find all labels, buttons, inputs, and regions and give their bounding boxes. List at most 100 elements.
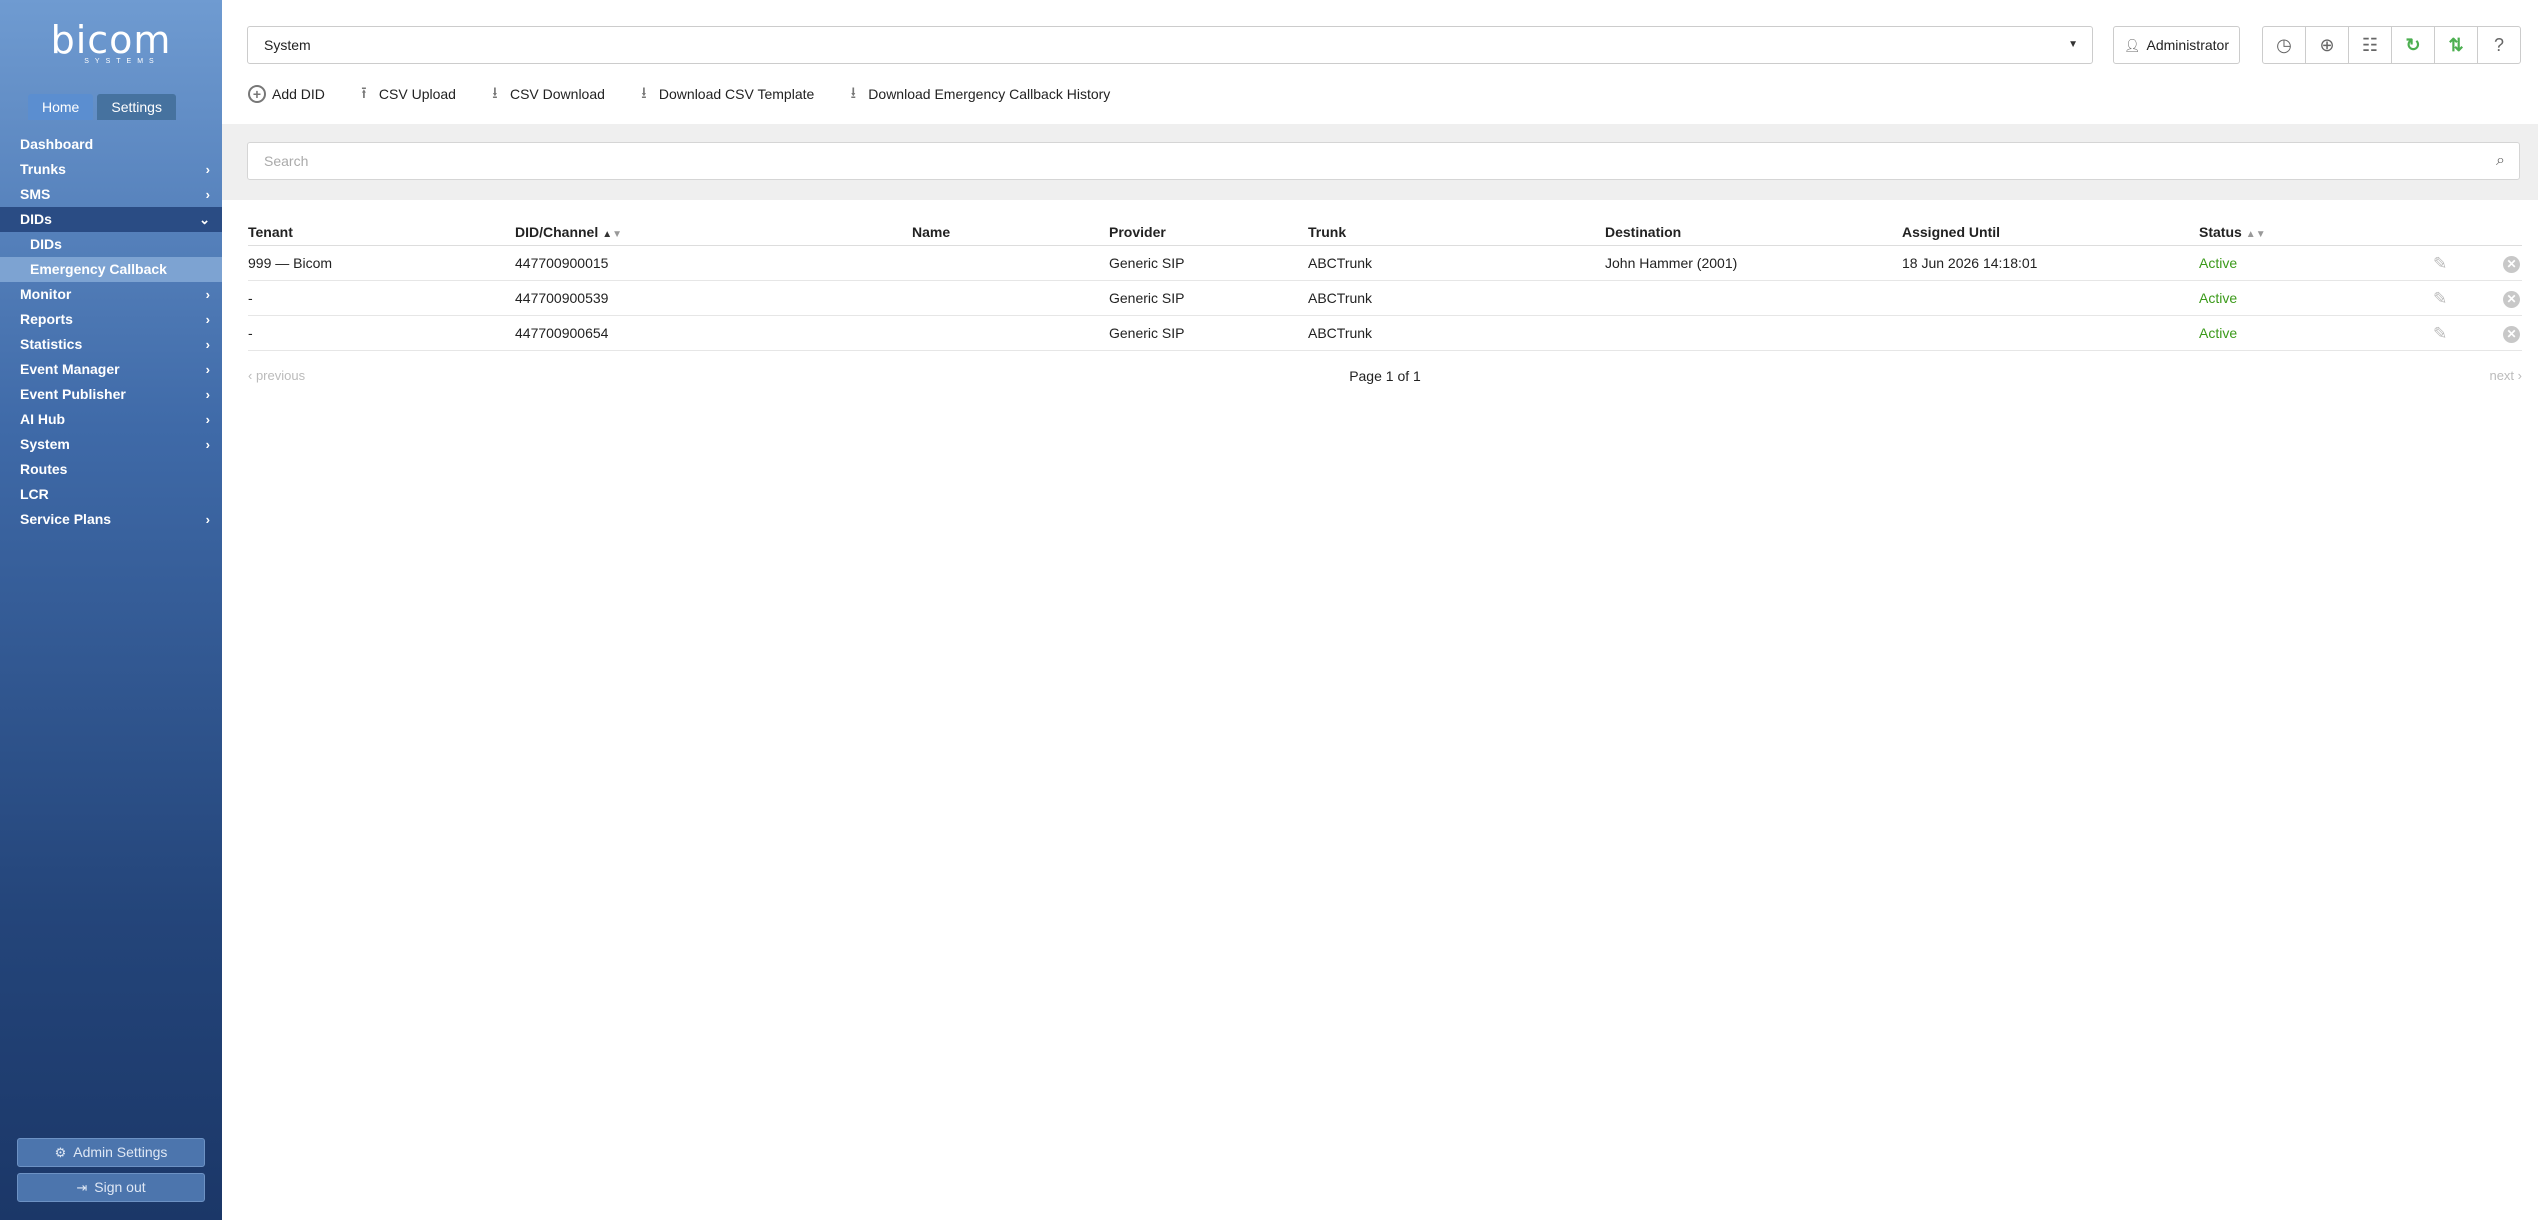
- csv-upload-button[interactable]: ⭱ CSV Upload: [355, 82, 456, 106]
- sidebar-subitem-emergency-callback[interactable]: Emergency Callback: [0, 257, 222, 282]
- chevron-right-icon: ›: [205, 312, 210, 327]
- page-indicator: Page 1 of 1: [1349, 368, 1421, 384]
- table-header: Tenant DID/Channel ▲▼ Name Provider Trunk…: [248, 218, 2522, 246]
- sidebar-item-sms[interactable]: SMS ›: [0, 182, 222, 207]
- chevron-right-icon: ›: [205, 512, 210, 527]
- column-header-status[interactable]: Status ▲▼: [2199, 218, 2266, 245]
- sidebar-item-label: Event Manager: [20, 361, 120, 377]
- cell-provider: Generic SIP: [1109, 325, 1185, 341]
- admin-settings-button[interactable]: ⚙ Admin Settings: [17, 1138, 205, 1167]
- delete-icon[interactable]: ✕: [2503, 281, 2520, 315]
- sidebar: bicom SYSTEMS Home Settings Dashboard Tr…: [0, 0, 222, 1220]
- chevron-right-icon: ›: [205, 437, 210, 452]
- chevron-right-icon: ›: [205, 412, 210, 427]
- csv-upload-label: CSV Upload: [378, 86, 456, 102]
- tab-settings[interactable]: Settings: [97, 94, 176, 120]
- tab-home[interactable]: Home: [28, 94, 94, 120]
- cell-tenant: -: [248, 325, 253, 341]
- download-icon: ⭳: [492, 85, 498, 102]
- table-row[interactable]: - 447700900539 Generic SIP ABCTrunk Acti…: [248, 281, 2522, 316]
- column-header-assigned-until: Assigned Until: [1902, 224, 2001, 240]
- sidebar-item-system[interactable]: System ›: [0, 432, 222, 457]
- sidebar-tabs: Home Settings: [28, 94, 176, 120]
- sidebar-item-statistics[interactable]: Statistics ›: [0, 332, 222, 357]
- sidebar-item-dashboard[interactable]: Dashboard: [0, 132, 222, 157]
- sidebar-item-reports[interactable]: Reports ›: [0, 307, 222, 332]
- next-label: next: [2489, 368, 2515, 383]
- cell-provider: Generic SIP: [1109, 290, 1185, 306]
- sidebar-item-service-plans[interactable]: Service Plans ›: [0, 507, 222, 532]
- sidebar-subitem-dids[interactable]: DIDs: [0, 232, 222, 257]
- admin-settings-label: Admin Settings: [73, 1144, 168, 1160]
- sidebar-item-dids[interactable]: DIDs ⌄: [0, 207, 222, 232]
- next-page-link[interactable]: next ›: [2489, 364, 2522, 388]
- add-did-button[interactable]: + Add DID: [248, 82, 325, 106]
- sidebar-item-lcr[interactable]: LCR: [0, 482, 222, 507]
- sidebar-item-label: AI Hub: [20, 411, 66, 427]
- sidebar-item-routes[interactable]: Routes: [0, 457, 222, 482]
- sidebar-item-label: Reports: [20, 311, 73, 327]
- chevron-right-icon: ›: [205, 362, 210, 377]
- table-row[interactable]: - 447700900654 Generic SIP ABCTrunk Acti…: [248, 316, 2522, 351]
- logo-text: bicom: [50, 18, 172, 62]
- cell-trunk: ABCTrunk: [1308, 325, 1373, 341]
- sidebar-item-trunks[interactable]: Trunks ›: [0, 157, 222, 182]
- sidebar-item-label: Service Plans: [20, 511, 112, 527]
- clock-icon[interactable]: ◷: [2262, 26, 2306, 64]
- tenant-select-value: System: [264, 37, 311, 53]
- sidebar-item-label: SMS: [20, 186, 51, 202]
- user-label: Administrator: [2146, 37, 2229, 53]
- sidebar-menu: Dashboard Trunks › SMS › DIDs ⌄ DIDs Emerge…: [0, 132, 222, 532]
- sort-asc-icon[interactable]: ▲▼: [602, 229, 622, 240]
- cell-trunk: ABCTrunk: [1308, 255, 1373, 271]
- sidebar-item-ai-hub[interactable]: AI Hub ›: [0, 407, 222, 432]
- download-csv-template-button[interactable]: ⭳ Download CSV Template: [635, 82, 814, 106]
- search-icon[interactable]: ⌕: [2496, 143, 2505, 179]
- edit-icon[interactable]: ✎: [2433, 281, 2447, 315]
- column-header-name: Name: [912, 224, 951, 240]
- column-header-did[interactable]: DID/Channel ▲▼: [515, 218, 622, 245]
- csv-download-button[interactable]: ⭳ CSV Download: [486, 82, 605, 106]
- sign-out-label: Sign out: [94, 1179, 146, 1195]
- download-emergency-callback-history-button[interactable]: ⭳ Download Emergency Callback History: [844, 82, 1110, 106]
- cell-did: 447700900654: [515, 325, 609, 341]
- edit-icon[interactable]: ✎: [2433, 246, 2447, 280]
- sidebar-item-event-manager[interactable]: Event Manager ›: [0, 357, 222, 382]
- delete-icon[interactable]: ✕: [2503, 316, 2520, 350]
- sign-out-button[interactable]: ⇥ Sign out: [17, 1173, 205, 1202]
- sidebar-item-monitor[interactable]: Monitor ›: [0, 282, 222, 307]
- download-template-label: Download CSV Template: [658, 86, 815, 102]
- sync-icon[interactable]: ⇅: [2434, 26, 2478, 64]
- edit-icon[interactable]: ✎: [2433, 316, 2447, 350]
- column-header-tenant: Tenant: [248, 224, 293, 240]
- column-header-provider: Provider: [1109, 224, 1166, 240]
- cell-did: 447700900539: [515, 290, 609, 306]
- delete-icon[interactable]: ✕: [2503, 246, 2520, 280]
- bicom-logo[interactable]: bicom SYSTEMS: [0, 20, 222, 65]
- sign-out-icon: ⇥: [76, 1180, 88, 1195]
- download-history-label: Download Emergency Callback History: [868, 86, 1111, 102]
- cell-tenant: 999 — Bicom: [248, 255, 333, 271]
- search-input[interactable]: Search ⌕: [247, 142, 2520, 180]
- sidebar-item-label: Statistics: [20, 336, 83, 352]
- pagination: ‹ previous Page 1 of 1 next ›: [248, 364, 2522, 388]
- table-row[interactable]: 999 — Bicom 447700900015 Generic SIP ABC…: [248, 246, 2522, 281]
- search-band: Search ⌕: [222, 124, 2538, 200]
- tenant-select[interactable]: System ▼: [247, 26, 2093, 64]
- download-icon: ⭳: [641, 85, 647, 102]
- cell-trunk: ABCTrunk: [1308, 290, 1373, 306]
- sidebar-item-event-publisher[interactable]: Event Publisher ›: [0, 382, 222, 407]
- search-placeholder: Search: [264, 153, 309, 169]
- user-menu-button[interactable]: 👤︎ Administrator: [2113, 26, 2240, 64]
- column-header-did-label: DID/Channel: [515, 224, 599, 240]
- help-icon[interactable]: ?: [2477, 26, 2521, 64]
- network-icon[interactable]: ☷: [2348, 26, 2392, 64]
- cell-did: 447700900015: [515, 255, 609, 271]
- column-header-destination: Destination: [1605, 224, 1682, 240]
- csv-download-label: CSV Download: [509, 86, 605, 102]
- globe-icon[interactable]: ⊕: [2305, 26, 2349, 64]
- refresh-icon[interactable]: ↻: [2391, 26, 2435, 64]
- sort-icon[interactable]: ▲▼: [2246, 229, 2266, 240]
- cell-status: Active: [2199, 255, 2238, 271]
- sidebar-item-label: Trunks: [20, 161, 66, 177]
